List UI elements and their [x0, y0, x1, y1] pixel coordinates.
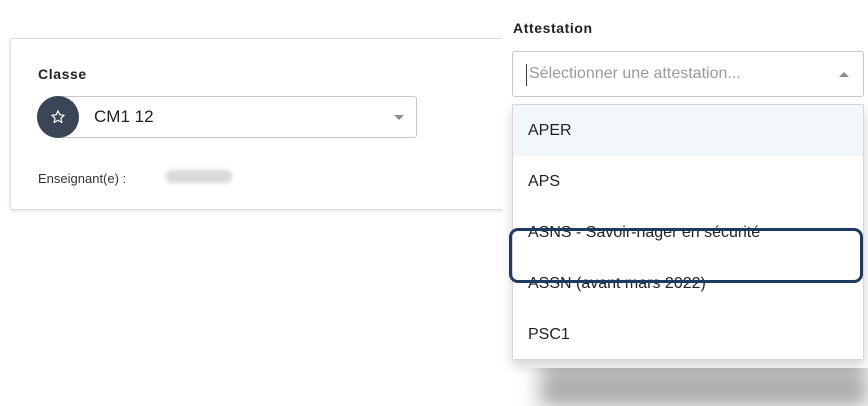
favorite-badge[interactable]	[37, 96, 79, 138]
star-icon	[51, 110, 65, 124]
text-cursor	[526, 64, 527, 86]
teacher-label: Enseignant(e) :	[38, 171, 127, 186]
option-asns[interactable]: ASNS - Savoir-nager en sécurité	[513, 207, 863, 258]
teacher-name-redacted	[166, 170, 232, 183]
attestation-placeholder: Sélectionner une attestation...	[529, 65, 741, 82]
option-psc1[interactable]: PSC1	[513, 309, 863, 360]
chevron-down-icon[interactable]	[394, 115, 404, 120]
attestation-options-list: APER APS ASNS - Savoir-nager en sécurité…	[512, 104, 864, 360]
classe-card: Classe CM1 12 Enseignant(e) :	[10, 38, 532, 210]
classe-label: Classe	[38, 66, 87, 82]
chevron-up-icon[interactable]	[839, 72, 849, 77]
attestation-panel: Attestation Sélectionner une attestation…	[502, 0, 868, 368]
option-aper[interactable]: APER	[513, 105, 863, 156]
classe-select[interactable]: CM1 12	[37, 96, 417, 138]
option-assn[interactable]: ASSN (avant mars 2022)	[513, 258, 863, 309]
option-aps[interactable]: APS	[513, 156, 863, 207]
classe-selected-value: CM1 12	[94, 107, 154, 126]
page: Classe CM1 12 Enseignant(e) : Attestatio…	[0, 0, 868, 406]
attestation-search-input[interactable]: Sélectionner une attestation...	[512, 51, 864, 97]
attestation-label: Attestation	[513, 20, 593, 36]
